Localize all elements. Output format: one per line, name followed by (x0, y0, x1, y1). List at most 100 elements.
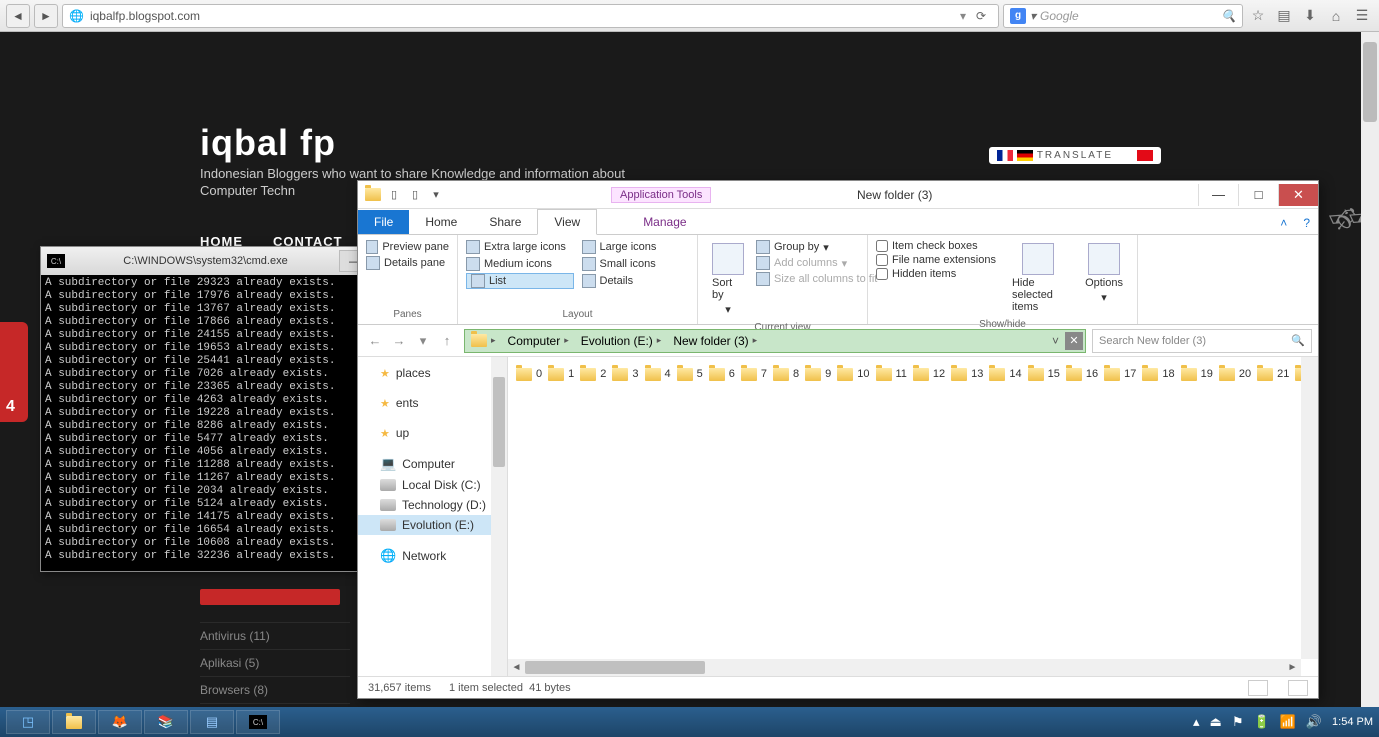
qat-dropdown[interactable]: ▾ (427, 186, 445, 204)
hidden-items-toggle[interactable]: Hidden items (876, 267, 996, 281)
breadcrumb-clear-button[interactable]: ✕ (1065, 332, 1083, 350)
tab-home[interactable]: Home (409, 210, 473, 234)
home-icon[interactable]: ⌂ (1325, 5, 1347, 27)
folder-item[interactable]: 12 (909, 363, 945, 385)
folder-item[interactable]: 16 (1062, 363, 1098, 385)
folder-item[interactable]: 5 (673, 363, 703, 385)
item-checkboxes-toggle[interactable]: Item check boxes (876, 239, 996, 253)
add-columns-button[interactable]: Add columns ▾ (756, 255, 877, 271)
help-button[interactable]: ? (1295, 212, 1318, 234)
dropdown-icon[interactable]: ▾ (960, 9, 966, 23)
star-icon[interactable]: ☆ (1247, 5, 1269, 27)
qat-newfolder-button[interactable]: ▯ (406, 186, 424, 204)
taskbar-explorer[interactable] (52, 710, 96, 734)
folder-item[interactable]: 18 (1138, 363, 1174, 385)
details-pane-button[interactable]: Details pane (366, 255, 449, 271)
folder-item[interactable]: 22 (1291, 363, 1301, 385)
hide-selected-button[interactable]: Hide selected items (1006, 239, 1069, 317)
tab-manage[interactable]: Manage (627, 210, 702, 234)
nav-item[interactable]: Evolution (E:) (358, 515, 507, 535)
translate-widget[interactable]: TRANSLATE (989, 147, 1161, 164)
tray-volume-icon[interactable]: 🔊 (1306, 714, 1322, 730)
back-button[interactable]: ◄ (6, 4, 30, 28)
tray-flag-icon[interactable]: ⚑ (1232, 714, 1244, 730)
folder-item[interactable]: 6 (705, 363, 735, 385)
reader-icon[interactable]: ▤ (1273, 5, 1295, 27)
explorer-maximize-button[interactable]: □ (1238, 184, 1278, 206)
folder-item[interactable]: 8 (769, 363, 799, 385)
navpane-scrollbar[interactable] (491, 357, 507, 676)
category-item[interactable]: Aplikasi (5) (200, 649, 350, 676)
reload-button[interactable]: ⟳ (970, 9, 992, 23)
folder-item[interactable]: 15 (1024, 363, 1060, 385)
folder-item[interactable]: 21 (1253, 363, 1289, 385)
nav-item[interactable]: 💻Computer (358, 453, 507, 475)
search-icon[interactable]: 🔍 (1221, 9, 1236, 23)
file-extensions-toggle[interactable]: File name extensions (876, 253, 996, 267)
explorer-titlebar[interactable]: ▯ ▯ ▾ Application Tools New folder (3) —… (358, 181, 1318, 209)
addr-recent-button[interactable]: ▾ (412, 330, 434, 352)
details-view-toggle[interactable] (1248, 680, 1268, 696)
folder-item[interactable]: 9 (801, 363, 831, 385)
downloads-icon[interactable]: ⬇ (1299, 5, 1321, 27)
taskbar-winrar[interactable]: 📚 (144, 710, 188, 734)
nav-item[interactable]: ★ents (358, 393, 507, 413)
details-view-button[interactable]: Details (582, 273, 690, 289)
tab-view[interactable]: View (537, 209, 597, 235)
thumbnails-view-toggle[interactable] (1288, 680, 1308, 696)
search-box[interactable]: g ▾ Google 🔍 (1003, 4, 1243, 28)
folder-item[interactable]: 14 (985, 363, 1021, 385)
forward-button[interactable]: ► (34, 4, 58, 28)
taskbar-cmd[interactable]: C:\ (236, 710, 280, 734)
folder-item[interactable]: 1 (544, 363, 574, 385)
addr-back-button[interactable]: ← (364, 330, 386, 352)
url-bar[interactable]: 🌐 iqbalfp.blogspot.com ▾ ⟳ (62, 4, 999, 28)
folder-item[interactable]: 20 (1215, 363, 1251, 385)
folder-item[interactable]: 4 (641, 363, 671, 385)
qat-folder-icon[interactable] (364, 186, 382, 204)
start-button[interactable]: ◳ (6, 710, 50, 734)
preview-pane-button[interactable]: Preview pane (366, 239, 449, 255)
options-button[interactable]: Options▾ (1079, 239, 1129, 317)
nav-item[interactable]: 🌐Network (358, 545, 507, 567)
nav-item[interactable]: ★up (358, 423, 507, 443)
large-icons-button[interactable]: Large icons (582, 239, 690, 255)
breadcrumb[interactable]: ▸ Computer▸ Evolution (E:)▸ New folder (… (464, 329, 1086, 353)
files-vscrollbar[interactable] (1301, 357, 1318, 659)
medium-icons-button[interactable]: Medium icons (466, 256, 574, 272)
extra-large-icons-button[interactable]: Extra large icons (466, 239, 574, 255)
ribbon-collapse-button[interactable]: ˄ (1272, 212, 1295, 234)
tab-share[interactable]: Share (473, 210, 537, 234)
category-item[interactable]: Browsers (8) (200, 676, 350, 703)
tab-file[interactable]: File (358, 210, 409, 234)
page-scrollbar[interactable] (1361, 32, 1379, 707)
nav-item[interactable]: Technology (D:) (358, 495, 507, 515)
category-item[interactable]: Antivirus (11) (200, 622, 350, 649)
folder-item[interactable]: 13 (947, 363, 983, 385)
menu-icon[interactable]: ☰ (1351, 5, 1373, 27)
tray-up-icon[interactable]: ▴ (1193, 714, 1200, 730)
taskbar-firefox[interactable]: 🦊 (98, 710, 142, 734)
breadcrumb-dropdown[interactable]: ˅ (1046, 334, 1065, 348)
folder-item[interactable]: 11 (872, 363, 907, 385)
files-hscrollbar[interactable]: ◄► (508, 659, 1301, 676)
qat-properties-button[interactable]: ▯ (385, 186, 403, 204)
tray-power-icon[interactable]: 🔋 (1253, 714, 1269, 730)
explorer-close-button[interactable]: ✕ (1278, 184, 1318, 206)
folder-item[interactable]: 7 (737, 363, 767, 385)
folder-item[interactable]: 3 (608, 363, 638, 385)
explorer-search-input[interactable]: Search New folder (3) 🔍 (1092, 329, 1312, 353)
taskbar-notepad[interactable]: ▤ (190, 710, 234, 734)
tray-wifi-icon[interactable]: 📶 (1280, 714, 1296, 730)
folder-item[interactable]: 0 (512, 363, 542, 385)
folder-item[interactable]: 19 (1177, 363, 1213, 385)
side-share-tab[interactable]: 4 (0, 322, 28, 422)
sort-by-button[interactable]: Sort by▾ (706, 239, 750, 320)
explorer-minimize-button[interactable]: — (1198, 184, 1238, 206)
folder-item[interactable]: 2 (576, 363, 606, 385)
size-columns-button[interactable]: Size all columns to fit (756, 271, 877, 287)
list-view-button[interactable]: List (466, 273, 574, 289)
nav-item[interactable]: ★places (358, 363, 507, 383)
addr-forward-button[interactable]: → (388, 330, 410, 352)
folder-item[interactable]: 17 (1100, 363, 1136, 385)
